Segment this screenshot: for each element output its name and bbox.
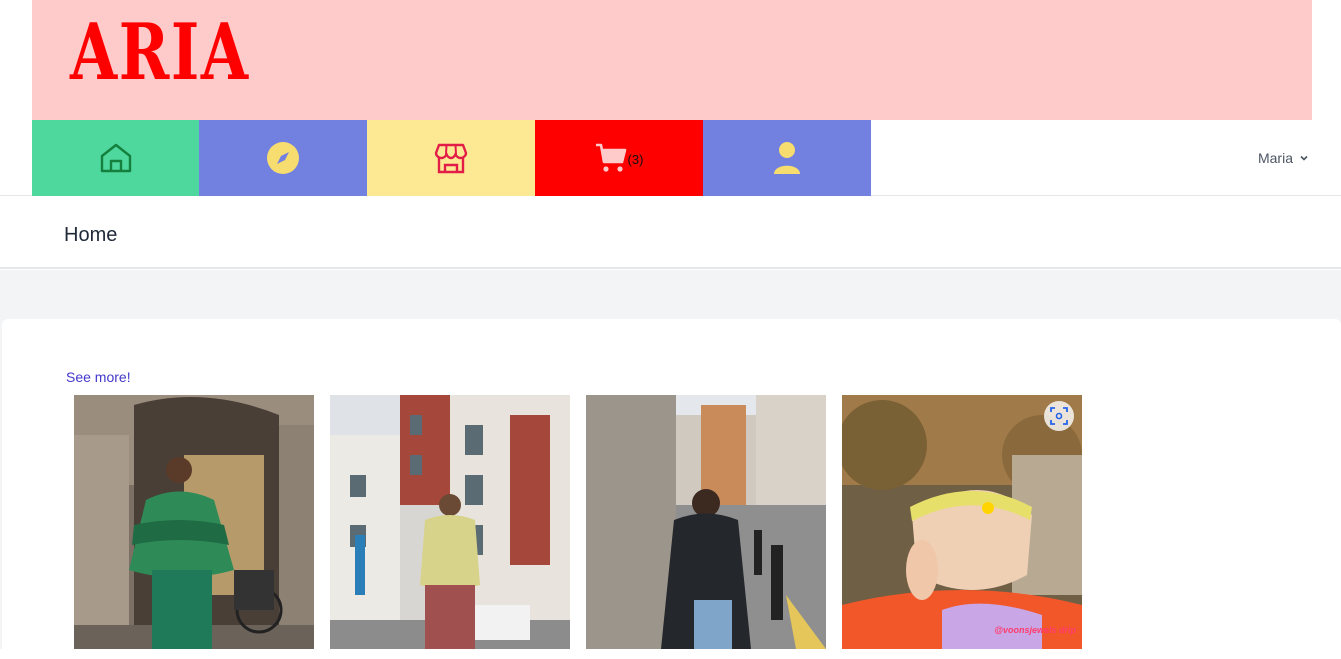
brand-logo[interactable]: ARIA: [70, 14, 250, 92]
nav-cart[interactable]: (3): [535, 120, 703, 196]
user-name: Maria: [1257, 150, 1293, 166]
street-style-photo: [842, 395, 1082, 649]
street-style-photo: [330, 395, 570, 649]
street-style-photo: [74, 395, 314, 649]
user-icon: [774, 142, 800, 174]
nav-explore[interactable]: [199, 120, 367, 196]
nav-profile[interactable]: [703, 120, 871, 196]
compass-icon: [267, 142, 299, 174]
photo-card[interactable]: [586, 395, 826, 649]
focus-icon: [1050, 407, 1068, 425]
street-style-photo: [586, 395, 826, 649]
chevron-down-icon: [1300, 155, 1308, 161]
photo-card[interactable]: [330, 395, 570, 649]
user-menu[interactable]: Maria: [1258, 150, 1309, 166]
nav-home[interactable]: [32, 120, 199, 196]
nav-store[interactable]: [367, 120, 535, 196]
photo-watermark: @voonsjewels drip: [994, 625, 1076, 635]
photo-card[interactable]: @voonsjewels drip: [842, 395, 1082, 649]
zoom-button[interactable]: [1044, 401, 1074, 431]
see-more-link[interactable]: See more!: [66, 369, 131, 385]
cart-icon: [595, 143, 626, 172]
page-header: [0, 197, 1341, 269]
page-title: Home: [64, 224, 118, 246]
photo-card[interactable]: [74, 395, 314, 649]
navbar: (3): [0, 120, 1341, 196]
home-icon: [100, 143, 131, 173]
cart-count-badge: (3): [627, 151, 644, 167]
banner: ARIA: [32, 0, 1312, 120]
store-icon: [434, 143, 468, 174]
